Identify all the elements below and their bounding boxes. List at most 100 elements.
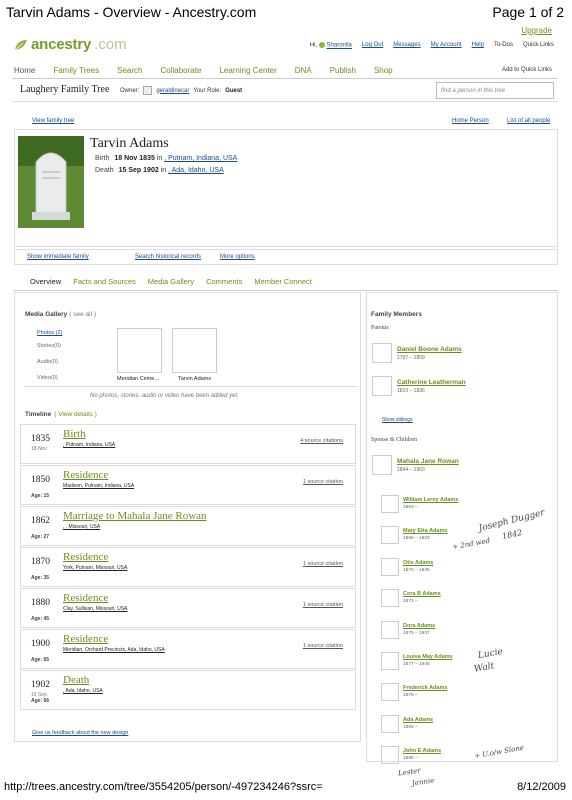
spouse-card[interactable]: Mahala Jane Rowan 1844 – 1903	[372, 455, 554, 481]
event-type-link[interactable]: Death	[63, 674, 89, 686]
nav-dna[interactable]: DNA	[295, 66, 312, 75]
media-audio-link[interactable]: Audio(0)	[37, 359, 58, 365]
person-name-link[interactable]: Otis Adams	[403, 560, 433, 566]
person-name-link[interactable]: Ada Adams	[403, 717, 433, 723]
person-name-link[interactable]: Catherine Leatherman	[397, 379, 466, 386]
event-citation-link[interactable]: 4 source citations	[300, 438, 343, 444]
more-options-link[interactable]: More options	[220, 254, 255, 260]
event-place-link[interactable]: Madison, Putnam, Indiana, USA	[63, 483, 134, 489]
person-placeholder-icon	[381, 621, 399, 639]
person-dates: 1810 – 1836	[397, 388, 425, 394]
tab-facts-sources[interactable]: Facts and Sources	[73, 277, 136, 286]
person-photo[interactable]	[18, 136, 84, 228]
ancestry-logo[interactable]: ancestry .com	[14, 36, 127, 53]
nav-collaborate[interactable]: Collaborate	[161, 66, 202, 75]
quick-links-link[interactable]: Quick Links	[523, 42, 554, 48]
nav-learning-center[interactable]: Learning Center	[219, 66, 276, 75]
messages-link[interactable]: Messages	[393, 42, 420, 48]
person-name-link[interactable]: Daniel Boone Adams	[397, 346, 462, 353]
event-type-link[interactable]: Residence	[63, 469, 108, 481]
media-stories-link[interactable]: Stories(0)	[37, 343, 61, 349]
person-name-link[interactable]: Mary Etta Adams	[403, 528, 447, 534]
media-see-all-link[interactable]: ( see all )	[69, 311, 96, 318]
show-immediate-family-link[interactable]: Show immediate family	[27, 254, 89, 260]
nav-home[interactable]: Home	[14, 66, 35, 75]
view-family-tree-link[interactable]: View family tree	[32, 118, 74, 124]
media-photos-link[interactable]: Photos (2)	[37, 330, 62, 336]
feedback-link[interactable]: Give us feedback about the new design	[32, 730, 128, 736]
person-name-link[interactable]: Frederick Adams	[403, 685, 447, 691]
media-thumbnail[interactable]	[172, 328, 217, 373]
print-page-number: Page 1 of 2	[492, 4, 564, 20]
handwritten-note: Lester	[397, 766, 422, 778]
tab-member-connect[interactable]: Member Connect	[254, 277, 312, 286]
person-actions-bar: Show immediate family Search historical …	[14, 249, 558, 265]
death-place-link[interactable]: , Ada, Idaho, USA	[168, 167, 224, 174]
todos-link[interactable]: To-Dos	[494, 42, 513, 48]
person-name-link[interactable]: William Leroy Adams	[403, 497, 458, 503]
add-quick-links[interactable]: Add to Quick Links	[502, 67, 552, 73]
child-card[interactable]: Otis Adams 1870 – 1936	[381, 558, 551, 584]
tab-media-gallery[interactable]: Media Gallery	[148, 277, 194, 286]
event-citation-link[interactable]: 1 source citation	[303, 561, 343, 567]
event-place-link[interactable]: Meridian, Orchard Precincts, Ada, Idaho,…	[63, 647, 165, 653]
nav-publish[interactable]: Publish	[330, 66, 356, 75]
headstone-image	[18, 136, 84, 228]
media-thumbnail-label: Meridian Ceme...	[117, 376, 159, 382]
tab-comments[interactable]: Comments	[206, 277, 242, 286]
person-name-link[interactable]: John E Adams	[403, 748, 441, 754]
logout-link[interactable]: Log Out	[362, 42, 383, 48]
tab-overview[interactable]: Overview	[30, 277, 61, 286]
upgrade-link[interactable]: Upgrade	[521, 26, 552, 35]
nav-shop[interactable]: Shop	[374, 66, 393, 75]
person-name-link[interactable]: Cora B Adams	[403, 591, 441, 597]
event-citation-link[interactable]: 1 source citation	[303, 643, 343, 649]
event-age: Age: 15	[31, 493, 50, 499]
person-placeholder-icon	[381, 715, 399, 733]
event-year: 1862	[31, 516, 50, 526]
timeline-view-details-link[interactable]: ( View details )	[54, 411, 97, 418]
parent-card[interactable]: Catherine Leatherman 1810 – 1836	[372, 376, 554, 402]
parent-card[interactable]: Daniel Boone Adams 1797 – 1859	[372, 343, 554, 369]
birth-place-link[interactable]: , Putnam, Indiana, USA	[164, 155, 237, 162]
tree-name[interactable]: Laughery Family Tree	[20, 84, 109, 95]
child-card[interactable]: Louisa May Adams 1877 – 1948	[381, 652, 551, 678]
event-place-link[interactable]: , Ada, Idaho, USA	[63, 688, 103, 694]
child-card[interactable]: Dora Adams 1875 – 1937	[381, 621, 551, 647]
person-placeholder-icon	[372, 343, 392, 363]
person-name-link[interactable]: Dora Adams	[403, 623, 435, 629]
person-name-link[interactable]: Mahala Jane Rowan	[397, 458, 459, 465]
event-citation-link[interactable]: 1 source citation	[303, 479, 343, 485]
event-place-link[interactable]: York, Putnam, Missouri, USA	[63, 565, 127, 571]
child-card[interactable]: Frederick Adams 1879 –	[381, 683, 551, 709]
home-person-link[interactable]: Home Person	[452, 118, 489, 124]
event-place-link[interactable]: Clay, Sullivan, Missouri, USA	[63, 606, 127, 612]
event-type-link[interactable]: Birth	[63, 428, 86, 440]
owner-link[interactable]: geraldinecar	[156, 88, 189, 94]
search-historical-records-link[interactable]: Search historical records	[135, 254, 201, 260]
person-placeholder-icon	[372, 376, 392, 396]
help-link[interactable]: Help	[472, 42, 484, 48]
event-type-link[interactable]: Marriage to Mahala Jane Rowan	[63, 510, 207, 522]
my-account-link[interactable]: My Account	[431, 42, 462, 48]
event-type-link[interactable]: Residence	[63, 551, 108, 563]
child-card[interactable]: Ada Adams 1883 –	[381, 715, 551, 741]
child-card[interactable]: Cora B Adams 1872 –	[381, 589, 551, 615]
find-person-input[interactable]: find a person in this tree	[436, 82, 554, 99]
event-type-link[interactable]: Residence	[63, 633, 108, 645]
person-name-link[interactable]: Louisa May Adams	[403, 654, 453, 660]
media-thumbnail[interactable]	[117, 328, 162, 373]
nav-family-trees[interactable]: Family Trees	[53, 66, 99, 75]
media-video-link[interactable]: Video(0)	[37, 375, 58, 381]
username-link[interactable]: Sharonlla	[327, 43, 352, 49]
person-dates: 1844 – 1903	[397, 467, 425, 473]
list-all-people-link[interactable]: List of all people	[507, 118, 550, 124]
nav-search[interactable]: Search	[117, 66, 142, 75]
show-siblings-link[interactable]: Show siblings	[382, 417, 413, 423]
event-place-link[interactable]: , Putnam, Indiana, USA	[63, 442, 115, 448]
leaf-icon	[14, 39, 27, 50]
person-placeholder-icon	[381, 683, 399, 701]
event-citation-link[interactable]: 1 source citation	[303, 602, 343, 608]
event-place-link[interactable]: , , Missouri, USA	[63, 524, 100, 530]
event-type-link[interactable]: Residence	[63, 592, 108, 604]
